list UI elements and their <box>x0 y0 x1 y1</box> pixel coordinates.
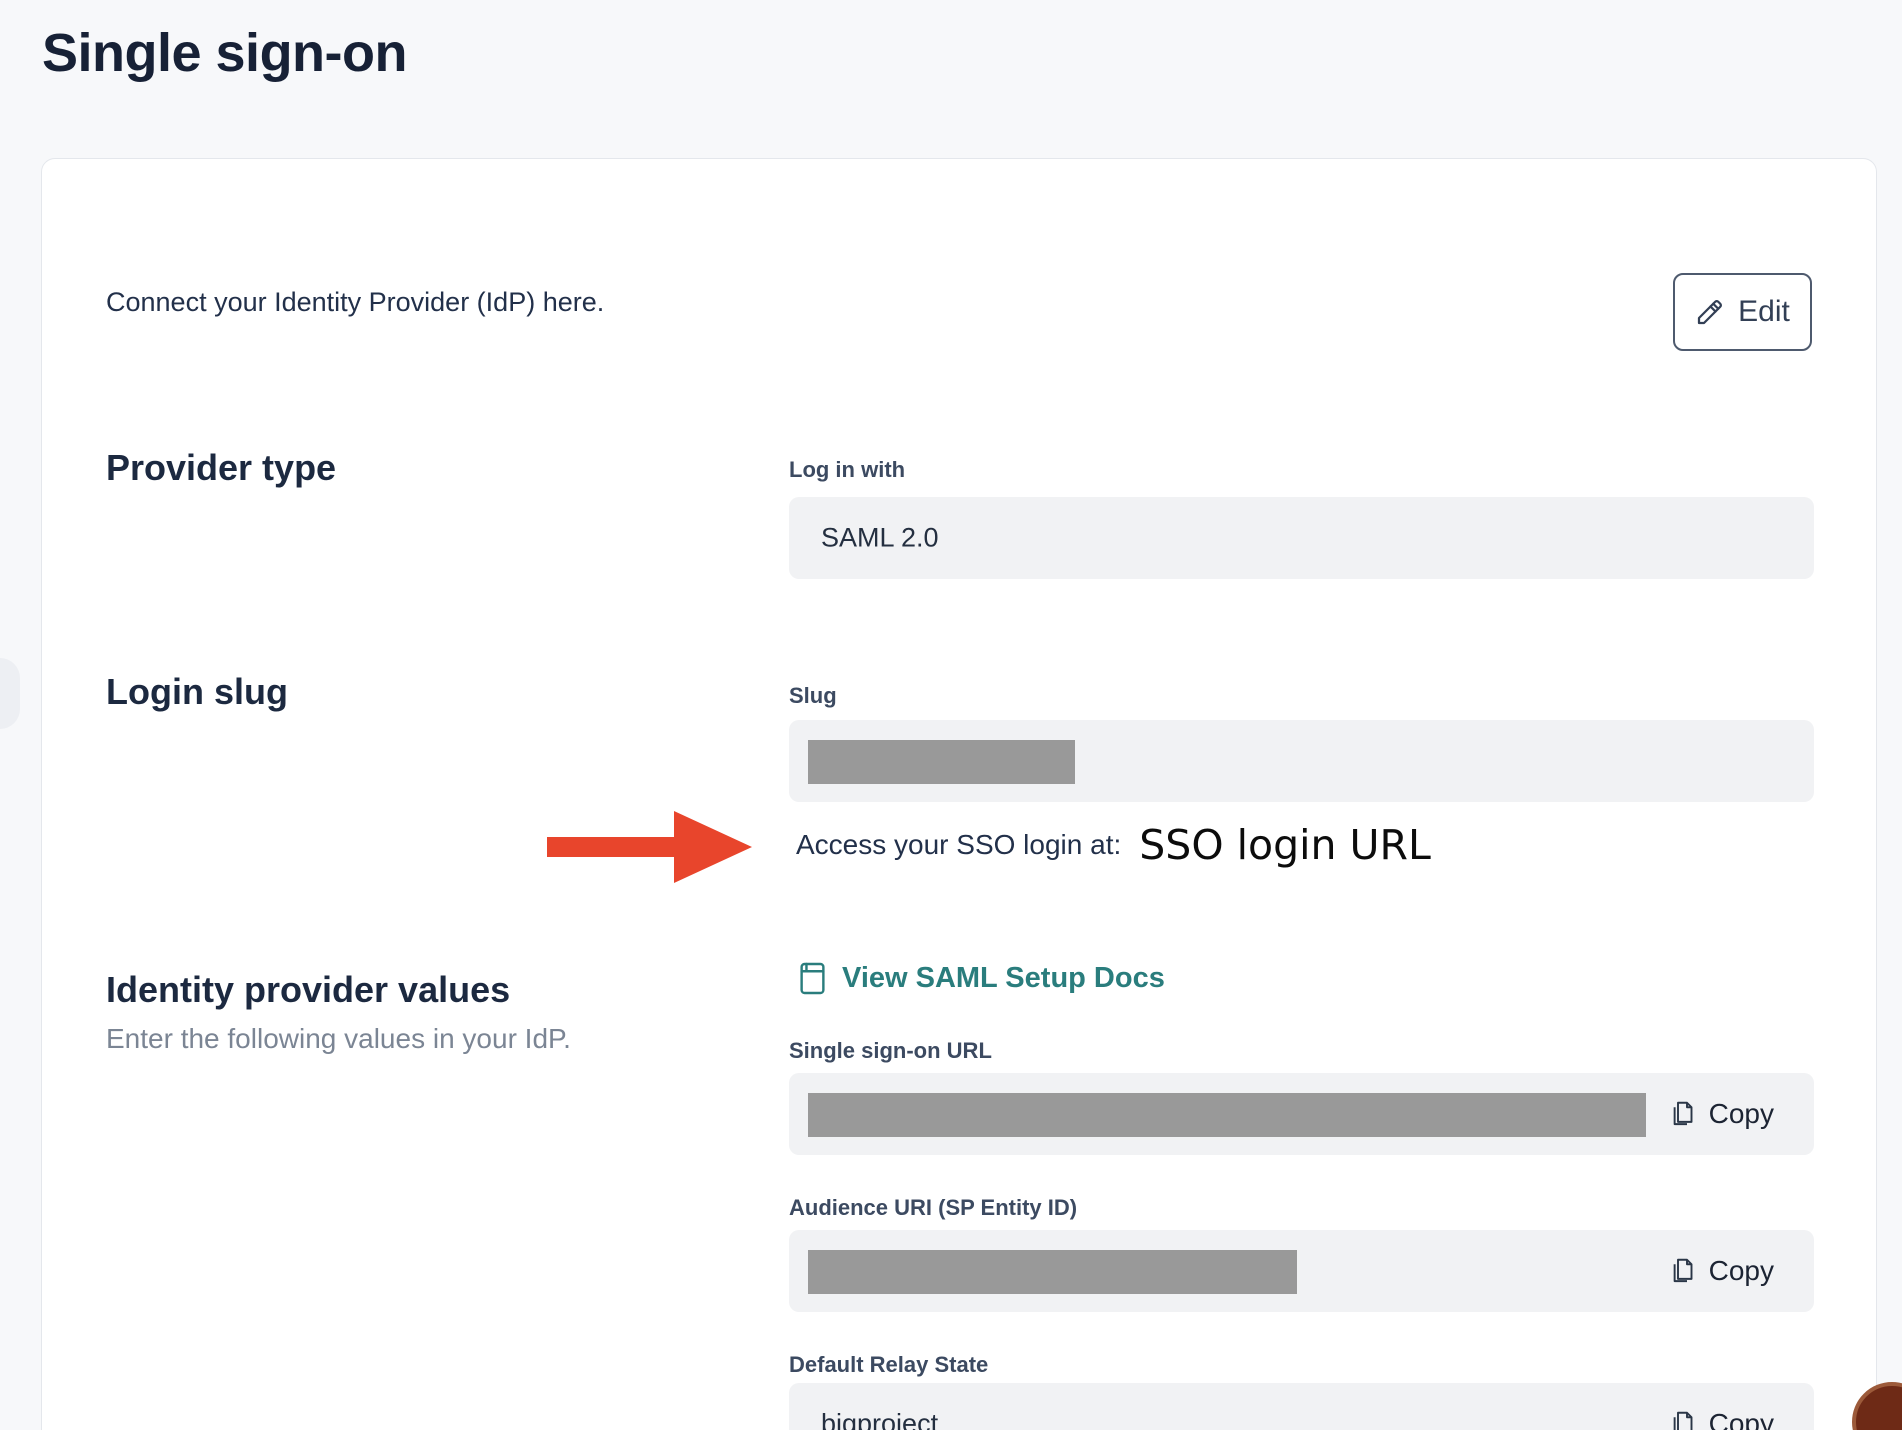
copy-label: Copy <box>1709 1408 1774 1430</box>
saml-docs-link-label: View SAML Setup Docs <box>842 962 1165 995</box>
edit-button-label: Edit <box>1738 295 1790 329</box>
red-arrow-annotation <box>547 811 753 883</box>
sso-login-url-annotation: SSO login URL <box>1139 821 1431 869</box>
login-slug-heading: Login slug <box>106 671 288 713</box>
idp-values-subheading: Enter the following values in your IdP. <box>106 1023 571 1055</box>
slug-field <box>789 720 1814 802</box>
provider-type-heading: Provider type <box>106 447 336 489</box>
sso-url-redaction-bar <box>808 1093 1646 1137</box>
audience-uri-label: Audience URI (SP Entity ID) <box>789 1195 1077 1221</box>
copy-icon <box>1669 1409 1696 1430</box>
audience-uri-field: Copy <box>789 1230 1814 1312</box>
sso-settings-card: Connect your Identity Provider (IdP) her… <box>41 158 1877 1430</box>
intro-text: Connect your Identity Provider (IdP) her… <box>106 287 604 318</box>
slug-redaction-bar <box>808 740 1075 784</box>
provider-type-value: SAML 2.0 <box>821 523 939 554</box>
sso-url-label: Single sign-on URL <box>789 1038 992 1064</box>
copy-label: Copy <box>1709 1098 1774 1130</box>
log-in-with-label: Log in with <box>789 457 905 483</box>
edit-button[interactable]: Edit <box>1673 273 1812 351</box>
slug-label: Slug <box>789 683 837 709</box>
copy-audience-uri-button[interactable]: Copy <box>1669 1255 1774 1287</box>
page-title: Single sign-on <box>42 22 407 84</box>
saml-docs-link[interactable]: View SAML Setup Docs <box>798 961 1165 996</box>
idp-values-heading: Identity provider values <box>106 969 510 1011</box>
access-prefix-text: Access your SSO login at: <box>796 829 1121 861</box>
copy-icon <box>1669 1256 1696 1286</box>
pencil-icon <box>1695 297 1725 327</box>
default-relay-state-label: Default Relay State <box>789 1352 988 1378</box>
copy-relay-state-button[interactable]: Copy <box>1669 1408 1774 1430</box>
copy-sso-url-button[interactable]: Copy <box>1669 1098 1774 1130</box>
provider-type-field: SAML 2.0 <box>789 497 1814 579</box>
access-login-row: Access your SSO login at: SSO login URL <box>796 814 1431 876</box>
sso-url-field: Copy <box>789 1073 1814 1155</box>
drawer-handle[interactable] <box>0 658 20 729</box>
default-relay-state-field: bigproject Copy <box>789 1383 1814 1430</box>
audience-uri-redaction-bar <box>808 1250 1297 1294</box>
document-icon <box>798 961 827 996</box>
copy-label: Copy <box>1709 1255 1774 1287</box>
copy-icon <box>1669 1099 1696 1129</box>
default-relay-state-value: bigproject <box>821 1409 938 1430</box>
